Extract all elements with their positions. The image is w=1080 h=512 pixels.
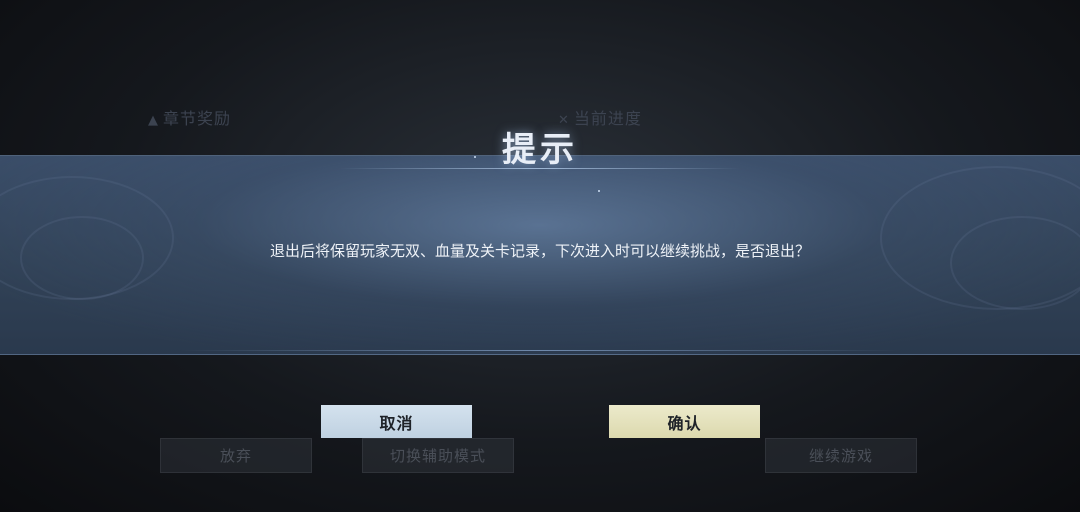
dialog-message: 退出后将保留玩家无双、血量及关卡记录，下次进入时可以继续挑战，是否退出？ — [269, 242, 810, 260]
cancel-button[interactable]: 取消 — [321, 405, 472, 438]
give-up-button: 放弃 — [160, 438, 312, 473]
continue-game-button: 继续游戏 — [765, 438, 917, 473]
dialog-title: 提示 — [502, 130, 578, 170]
sparkle — [598, 190, 600, 192]
banner-bottom-glow — [180, 350, 900, 351]
confirm-button[interactable]: 确认 — [609, 405, 760, 438]
switch-assist-mode-button: 切换辅助模式 — [362, 438, 514, 473]
